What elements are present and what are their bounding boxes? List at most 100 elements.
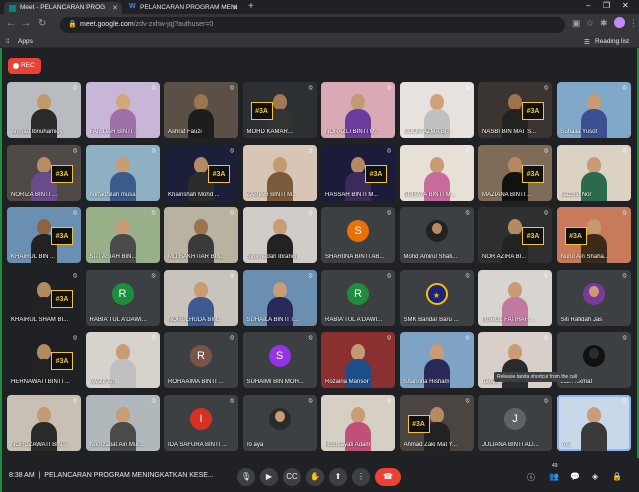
participant-tile[interactable]: #3A ⦸ MOHD KAMAR...	[242, 82, 317, 138]
muted-mic-icon: ⦸	[544, 85, 548, 91]
host-controls-icon[interactable]: 🔒	[612, 472, 622, 481]
participant-tile[interactable]: R ⦸ ROHAAIMA BINTI ...	[164, 332, 238, 388]
participant-name: KHAIRUL BIN ...	[11, 254, 56, 260]
participant-tile[interactable]: ⦸ Mohd Amirul Shafi...	[399, 207, 474, 263]
hangup-icon[interactable]: ☎	[375, 468, 401, 486]
participant-tile[interactable]: ⦸ SITI ASIAH BIN...	[85, 207, 160, 263]
participant-tile[interactable]: ⦸ SURAYA BINTI M...	[399, 144, 474, 201]
participant-tile[interactable]: J ⦸ JULIANA BINTI ALI...	[478, 394, 552, 451]
meeting-time: 8:38 AM	[9, 472, 35, 479]
camera-indicator-icon[interactable]: ▣	[572, 18, 581, 29]
star-icon[interactable]: ☆	[586, 18, 594, 29]
chat-icon[interactable]: 💬	[570, 472, 580, 481]
reading-list-icon[interactable]: ☰	[584, 38, 590, 46]
close-tab-icon[interactable]: ✕	[232, 4, 238, 12]
tab-meet[interactable]: Meet - PELANCARAN PROG ✕	[4, 2, 122, 14]
muted-mic-icon: ⦸	[387, 210, 391, 216]
participant-tile[interactable]: ⦸ SUHAILA BINTI T...	[242, 269, 317, 326]
back-icon[interactable]: ←	[6, 18, 16, 29]
extensions-icon[interactable]: ✱	[600, 18, 608, 29]
minimize-icon[interactable]: –	[586, 1, 590, 10]
reload-icon[interactable]: ↻	[38, 18, 46, 29]
activities-icon[interactable]: ◈	[592, 472, 598, 481]
participant-avatar	[582, 345, 605, 367]
more-icon[interactable]: ⋮	[352, 468, 370, 486]
menu-icon[interactable]: ⋮	[629, 18, 638, 29]
tab-doc[interactable]: W PELANCARAN PROGRAM MENI ✕	[124, 2, 242, 14]
participant-tile[interactable]: ⦸ Siti Rafidah Jas	[556, 269, 631, 326]
doc-favicon-icon: W	[129, 3, 136, 10]
people-icon[interactable]: 👥	[549, 472, 559, 481]
participant-tile[interactable]: ⦸ Suhaila Yusof	[556, 82, 631, 138]
muted-mic-icon: ⦸	[465, 335, 470, 341]
apps-bookmark[interactable]: Apps	[18, 38, 33, 45]
participant-name: SUHAILA BINTI T...	[246, 316, 299, 323]
participant-tile[interactable]: ⦸ MD BAKHTIAR BIN...	[164, 207, 238, 263]
reading-list-bookmark[interactable]: Reading list	[595, 38, 629, 45]
participant-avatar: R	[111, 282, 134, 305]
muted-mic-icon: ⦸	[151, 397, 156, 404]
participant-tile[interactable]: #3A ⦸ Ahmad Zaki Mat Y...	[399, 394, 474, 451]
participant-tile[interactable]: ⦸ Shahrina Hisham	[399, 332, 474, 388]
participant-tile[interactable]: R ⦸ RABIA'TUL A'DAWI...	[321, 269, 395, 326]
participant-tile[interactable]: ⦸ Rosmayati Adam	[321, 394, 395, 451]
maximize-icon[interactable]: ❐	[603, 1, 610, 10]
participant-tile[interactable]: ⦸ ZARIAH BINTI M...	[242, 144, 317, 201]
participant-tile[interactable]: ⦸ Syukriedah Ibrahim	[242, 207, 317, 263]
participant-tile[interactable]: #3A ⦸ MAZIANA BINTI ...	[478, 144, 552, 201]
camera-icon[interactable]: ▶	[260, 468, 278, 486]
participant-name: Noorzabat Ain Mur...	[89, 441, 144, 448]
profile-avatar[interactable]	[614, 17, 625, 28]
participant-tile[interactable]: #3A ⦸ KHAIRUL SHAM BI...	[7, 269, 81, 326]
participant-tile[interactable]: ⦸ norfadhilah musa	[85, 144, 160, 201]
forward-icon[interactable]: →	[21, 18, 31, 29]
muted-mic-icon: ⦸	[73, 335, 77, 341]
participant-tile[interactable]: ⦸ Ahmad Ibnuhamidy	[7, 82, 81, 138]
present-icon[interactable]: ⬆	[329, 468, 347, 486]
participant-tile[interactable]: I ⦸ IDA SAFURA BINTI ...	[164, 394, 238, 451]
participant-tile[interactable]: #3A ⦸ NORIZA BINTI ...	[7, 144, 81, 201]
close-window-icon[interactable]: ✕	[622, 1, 629, 10]
participant-tile[interactable]: ⦸ FARIDAH BINTI ...	[85, 82, 160, 138]
participant-tile[interactable]: R ⦸ RABIA'TUL A'DAWI...	[85, 269, 160, 326]
participant-name: Awatif Arif	[89, 379, 117, 385]
raise-hand-icon[interactable]: ✋	[306, 468, 324, 486]
participant-tile[interactable]: ⦸ Rozaina Mansor	[321, 332, 395, 388]
participant-tile[interactable]: ⦸ You	[556, 394, 631, 451]
participant-tile[interactable]: ⦸ Awatif Arif	[85, 332, 160, 388]
participant-tile[interactable]: ⦸ Noorzabat Ain Mur...	[85, 394, 160, 451]
participant-tile[interactable]: ⦸ Nazzlid Nor	[556, 144, 631, 201]
muted-mic-icon: ⦸	[387, 397, 391, 404]
participant-tile[interactable]: ⦸ NORUZAWATI BINT...	[7, 394, 81, 451]
participant-tile[interactable]: ⦸ NURUL FATIHAH ...	[478, 269, 552, 326]
participant-tile[interactable]: S ⦸ SUHAIMI BIN MOH...	[242, 332, 317, 388]
mic-icon[interactable]: 🎙	[237, 468, 255, 486]
participant-tile[interactable]: #3A ⦸ KHAIRUL BIN ...	[7, 207, 81, 263]
close-tab-icon[interactable]: ✕	[112, 4, 118, 12]
participant-tile[interactable]: #3A ⦸ Nurul Ain Shaha...	[556, 207, 631, 263]
participant-tile[interactable]: ⦸ NORAZLI BINTI M...	[321, 82, 395, 138]
sign-board-icon: #3A	[250, 102, 273, 120]
participant-tile[interactable]: #3A ⦸ Khairishah Mohd ...	[164, 144, 238, 201]
participant-tile[interactable]: S ⦸ SHARIINA BINTI AB...	[321, 207, 395, 263]
lock-icon: 🔒	[68, 21, 77, 28]
info-icon[interactable]: ⓘ	[527, 472, 535, 483]
participant-tile[interactable]: ★ ⦸ SMK Bandar Baru ...	[399, 269, 474, 326]
participant-avatar: ★	[425, 282, 448, 305]
muted-mic-icon: ⦸	[308, 85, 313, 91]
muted-mic-icon: ⦸	[622, 147, 627, 154]
participant-tile[interactable]: ⦸ NOOR AZMA BI...	[399, 82, 474, 138]
new-tab-button[interactable]: +	[248, 1, 254, 12]
muted-mic-icon: ⦸	[387, 335, 391, 341]
participant-tile[interactable]: ⦸ Ashraf Fauzi	[164, 82, 238, 138]
participant-tile[interactable]: ⦸ ro aya	[242, 394, 317, 451]
participant-tile[interactable]: #3A ⦸ NASBI BIN MAT S...	[478, 82, 552, 138]
address-bar[interactable]: 🔒 meet.google.com/zdv-zxhw-jqj?authuser=…	[60, 17, 565, 33]
captions-icon[interactable]: CC	[283, 468, 301, 486]
apps-icon[interactable]: ⁞⁞	[6, 38, 10, 45]
participant-tile[interactable]: #3A ⦸ HERNAWATI BINTI ...	[7, 332, 81, 388]
participant-tile[interactable]: ⦸ NORULHUDA BIN...	[164, 269, 238, 326]
sign-board-icon: #3A	[522, 227, 544, 245]
participant-tile[interactable]: #3A ⦸ NOR AZIRA BI...	[478, 207, 552, 263]
participant-tile[interactable]: #3A ⦸ HASSAH BINTI M...	[321, 144, 395, 201]
